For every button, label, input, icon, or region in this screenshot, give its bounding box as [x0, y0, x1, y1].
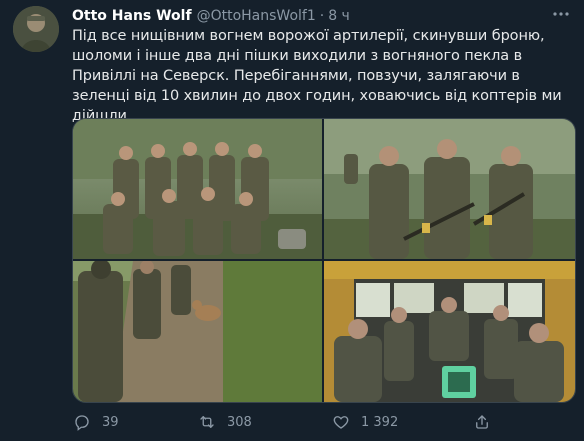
tweet-actions: 39 308 1 392: [72, 412, 572, 434]
author-name[interactable]: Otto Hans Wolf: [72, 8, 192, 24]
tweet-timestamp[interactable]: 8 ч: [328, 8, 350, 24]
more-icon[interactable]: [550, 4, 572, 24]
separator-dot: ·: [319, 8, 325, 24]
reply-button[interactable]: 39: [72, 412, 119, 432]
media-photo-3[interactable]: [73, 261, 322, 402]
media-photo-2[interactable]: [324, 119, 575, 259]
heart-icon: [331, 412, 351, 432]
retweet-icon: [197, 412, 217, 432]
share-icon: [472, 412, 492, 432]
media-photo-1[interactable]: [73, 119, 322, 259]
tweet-media-grid: [72, 118, 576, 403]
share-button[interactable]: [472, 412, 492, 432]
retweet-button[interactable]: 308: [197, 412, 252, 432]
author-handle[interactable]: @OttoHansWolf1: [197, 8, 316, 24]
like-button[interactable]: 1 392: [331, 412, 398, 432]
like-count: 1 392: [361, 414, 399, 430]
reply-count: 39: [102, 414, 119, 430]
author-avatar[interactable]: [13, 6, 59, 52]
tweet-card[interactable]: Otto Hans Wolf @OttoHansWolf1 · 8 ч Під …: [0, 0, 584, 441]
media-photo-4[interactable]: [324, 261, 575, 402]
reply-icon: [72, 412, 92, 432]
tweet-header: Otto Hans Wolf @OttoHansWolf1 · 8 ч: [72, 6, 350, 26]
retweet-count: 308: [227, 414, 252, 430]
tweet-text: Під все нищівним вогнем ворожої артилері…: [72, 28, 562, 124]
